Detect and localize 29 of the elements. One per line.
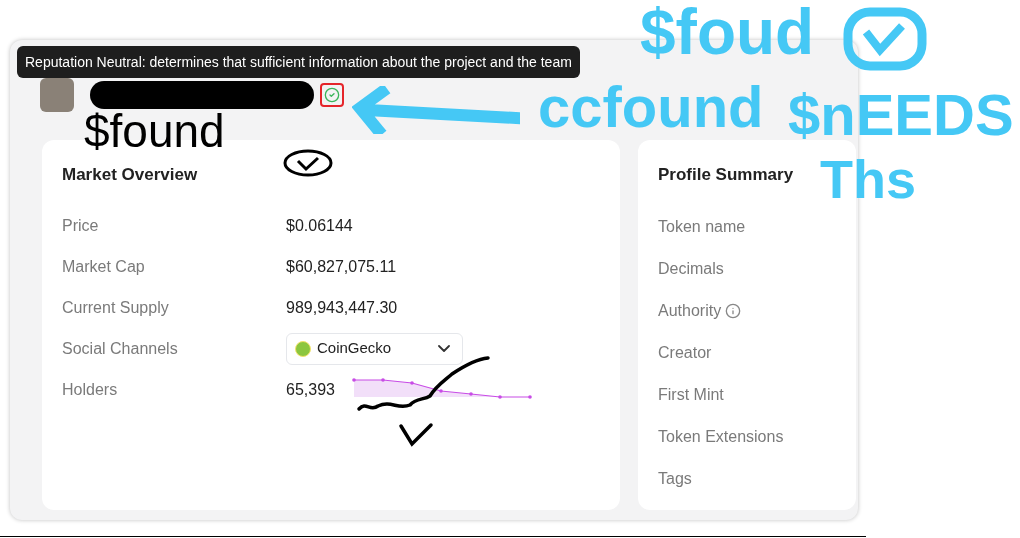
handwritten-note: $foud [640,0,815,64]
chevron-down-icon [438,345,450,352]
metric-label: Holders [62,379,119,400]
profile-label: Creator [658,342,712,363]
profile-label: Token name [658,216,746,237]
metric-label: Price [62,215,100,236]
profile-label: Decimals [658,258,724,279]
handwritten-note: ccfound [538,78,764,136]
metric-label: Social Channels [62,338,179,359]
profile-label: Authority [658,300,722,321]
metric-value: $0.06144 [286,215,353,236]
checkmark-drawing [398,422,434,448]
tooltip: Reputation Neutral: determines that sufficient information about the project and the team [17,46,580,78]
profile-label: First Mint [658,384,724,405]
profile-label: Token Extensions [658,426,784,447]
holders-value: 65,393 [286,379,335,400]
metric-value: 989,943,447.30 [286,297,398,318]
avatar-photo-placeholder [40,78,74,112]
metric-label: Market Cap [62,256,146,277]
handwritten-note: Ths [820,152,916,206]
card-title: Market Overview [62,164,198,186]
checkmark-circle-drawing [282,148,334,178]
metric-label: Current Supply [62,297,170,318]
metric-value: $60,827,075.11 [286,256,397,277]
handwritten-note: $nEEDS [788,86,1014,144]
social-channel-dropdown[interactable]: CoinGecko [286,332,463,365]
gecko-logo-icon [295,340,311,357]
handwritten-note: $found [84,108,225,154]
profile-label: Tags [658,468,692,489]
